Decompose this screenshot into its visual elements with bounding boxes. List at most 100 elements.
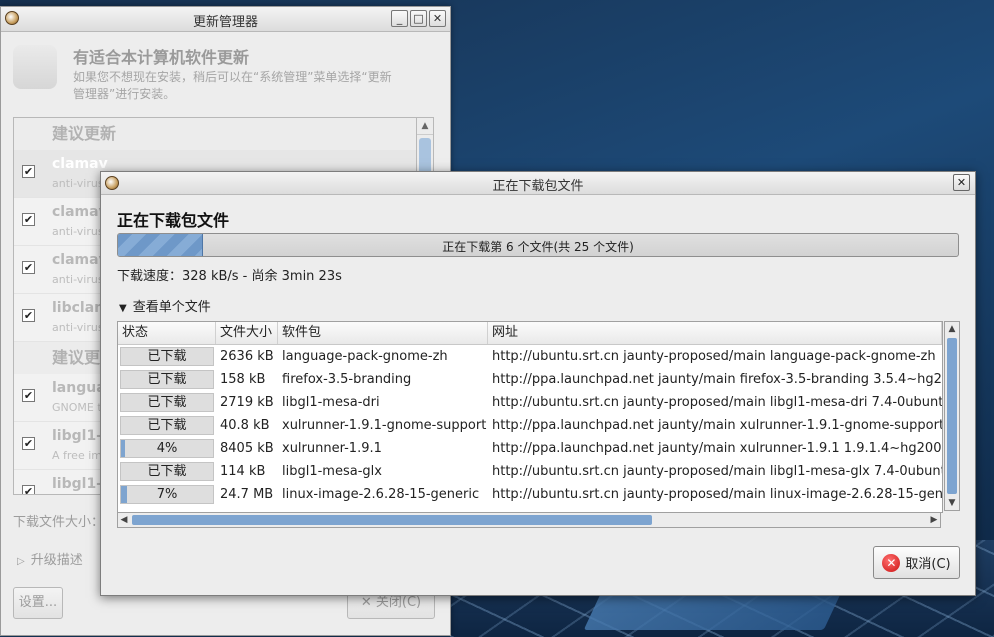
package-summary: A free im: [52, 449, 102, 462]
package-checkbox[interactable]: ✔: [22, 213, 35, 226]
table-row[interactable]: 7% 24.7 MB linux-image-2.6.28-15-generic ht…: [118, 483, 942, 506]
progress-text: 正在下载第 6 个文件(共 25 个文件): [442, 240, 634, 254]
file-table-hscrollbar[interactable]: ◀ ▶: [117, 512, 941, 528]
status-cell: 已下载: [118, 416, 216, 435]
status-progress: 已下载: [120, 393, 214, 412]
column-package[interactable]: 软件包: [278, 322, 488, 344]
update-manager-heading: 有适合本计算机软件更新: [73, 48, 250, 67]
status-text: 已下载: [147, 395, 187, 410]
download-dialog-title: 正在下载包文件: [492, 179, 584, 194]
package-summary: anti-virus: [52, 273, 104, 286]
url-cell: http://ubuntu.srt.cn jaunty-proposed/mai…: [492, 487, 942, 502]
package-checkbox[interactable]: ✔: [22, 309, 35, 322]
triangle-down-icon: ▼: [119, 303, 127, 314]
package-name: libgl1-: [52, 428, 102, 444]
download-heading: 正在下载包文件: [117, 211, 230, 230]
table-row[interactable]: 已下载 2636 kB language-pack-gnome-zh http://u…: [118, 345, 942, 368]
status-progress-fill: [121, 440, 125, 457]
status-text: 4%: [156, 441, 178, 456]
update-manager-description: 如果您不想现在安装，稍后可以在“系统管理”菜单选择“更新管理器”进行安装。: [73, 70, 392, 101]
scroll-up-icon[interactable]: ▲: [417, 118, 433, 135]
file-details-label: 查看单个文件: [132, 300, 211, 315]
table-row[interactable]: 4% 8405 kB xulrunner-1.9.1 http://ppa.launc…: [118, 437, 942, 460]
download-dialog: 正在下载包文件 ✕ 正在下载包文件 正在下载第 6 个文件(共 25 个文件) …: [100, 171, 976, 596]
package-summary: anti-virus: [52, 177, 104, 190]
url-cell: http://ppa.launchpad.net jaunty/main xul…: [492, 418, 942, 433]
package-name: langua: [52, 380, 106, 396]
size-cell: 24.7 MB: [220, 487, 274, 502]
status-cell: 7%: [118, 485, 216, 504]
package-checkbox[interactable]: ✔: [22, 261, 35, 274]
package-cell: firefox-3.5-branding: [282, 372, 412, 387]
maximize-icon[interactable]: □: [410, 10, 427, 27]
status-text: 已下载: [147, 464, 187, 479]
file-details-expander[interactable]: ▼ 查看单个文件: [119, 296, 211, 315]
file-table[interactable]: 状态 文件大小 软件包 网址 已下载 2636 kB language-pack-g…: [117, 321, 943, 513]
size-cell: 8405 kB: [220, 441, 274, 456]
size-cell: 158 kB: [220, 372, 266, 387]
settings-button[interactable]: 设置...: [13, 587, 63, 619]
status-cell: 已下载: [118, 462, 216, 481]
package-cell: xulrunner-1.9.1: [282, 441, 382, 456]
url-cell: http://ppa.launchpad.net jaunty/main fir…: [492, 372, 942, 387]
table-row[interactable]: 已下载 40.8 kB xulrunner-1.9.1-gnome-support h…: [118, 414, 942, 437]
close-icon[interactable]: ✕: [953, 174, 970, 191]
status-text: 已下载: [147, 372, 187, 387]
package-cell: libgl1-mesa-dri: [282, 395, 380, 410]
package-checkbox[interactable]: ✔: [22, 437, 35, 450]
package-checkbox[interactable]: ✔: [22, 165, 35, 178]
status-progress: 4%: [120, 439, 214, 458]
package-name: libgl1-: [52, 476, 102, 492]
status-cell: 已下载: [118, 370, 216, 389]
package-checkbox[interactable]: ✔: [22, 485, 35, 494]
close-icon[interactable]: ✕: [429, 10, 446, 27]
update-manager-titlebar[interactable]: 更新管理器 _ □ ✕: [1, 7, 450, 32]
download-dialog-titlebar[interactable]: 正在下载包文件 ✕: [101, 172, 975, 195]
column-url[interactable]: 网址: [488, 322, 942, 344]
column-status[interactable]: 状态: [118, 322, 216, 344]
status-progress: 已下载: [120, 370, 214, 389]
table-row[interactable]: 已下载 158 kB firefox-3.5-branding http://ppa.…: [118, 368, 942, 391]
cancel-button-label: 取消(C): [905, 557, 951, 572]
package-checkbox[interactable]: ✔: [22, 389, 35, 402]
update-manager-title: 更新管理器: [192, 15, 258, 30]
status-cell: 已下载: [118, 347, 216, 366]
package-name: clamav: [52, 156, 108, 172]
package-summary: anti-virus: [52, 225, 104, 238]
package-summary: anti-virus: [52, 321, 104, 334]
scroll-left-icon[interactable]: ◀: [118, 513, 130, 527]
hscrollbar-thumb[interactable]: [132, 515, 652, 525]
download-size-label: 下载文件大小：: [13, 515, 105, 530]
status-text: 已下载: [147, 418, 187, 433]
upgrade-description-label: 升级描述: [30, 553, 83, 568]
download-speed: 下载速度：328 kB/s - 尚余 3min 23s: [117, 269, 342, 284]
table-header: 状态 文件大小 软件包 网址: [118, 322, 942, 345]
package-cell: xulrunner-1.9.1-gnome-support: [282, 418, 487, 433]
status-progress: 已下载: [120, 347, 214, 366]
column-size[interactable]: 文件大小: [216, 322, 278, 344]
status-text: 7%: [156, 487, 178, 502]
scroll-up-icon[interactable]: ▲: [945, 322, 959, 336]
table-row[interactable]: 已下载 2719 kB libgl1-mesa-dri http://ubuntu.s…: [118, 391, 942, 414]
minimize-icon[interactable]: _: [391, 10, 408, 27]
triangle-right-icon: ▷: [17, 556, 25, 567]
status-progress: 已下载: [120, 462, 214, 481]
vscrollbar-thumb[interactable]: [947, 338, 957, 494]
size-cell: 2636 kB: [220, 349, 274, 364]
status-cell: 4%: [118, 439, 216, 458]
close-x-icon: ✕: [360, 595, 376, 610]
cancel-button[interactable]: ✕ 取消(C): [873, 546, 960, 579]
file-table-vscrollbar[interactable]: ▲ ▼: [944, 321, 960, 511]
software-update-icon: [13, 45, 57, 89]
size-cell: 114 kB: [220, 464, 266, 479]
size-cell: 40.8 kB: [220, 418, 270, 433]
package-cell: language-pack-gnome-zh: [282, 349, 448, 364]
scroll-right-icon[interactable]: ▶: [928, 513, 940, 527]
scroll-down-icon[interactable]: ▼: [945, 496, 959, 510]
url-cell: http://ubuntu.srt.cn jaunty-proposed/mai…: [492, 464, 942, 479]
table-row[interactable]: 已下载 114 kB libgl1-mesa-glx http://ubuntu.sr…: [118, 460, 942, 483]
status-progress: 已下载: [120, 416, 214, 435]
package-cell: linux-image-2.6.28-15-generic: [282, 487, 480, 502]
download-progress-bar: 正在下载第 6 个文件(共 25 个文件): [117, 233, 959, 257]
upgrade-description-expander[interactable]: ▷ 升级描述: [17, 549, 83, 568]
